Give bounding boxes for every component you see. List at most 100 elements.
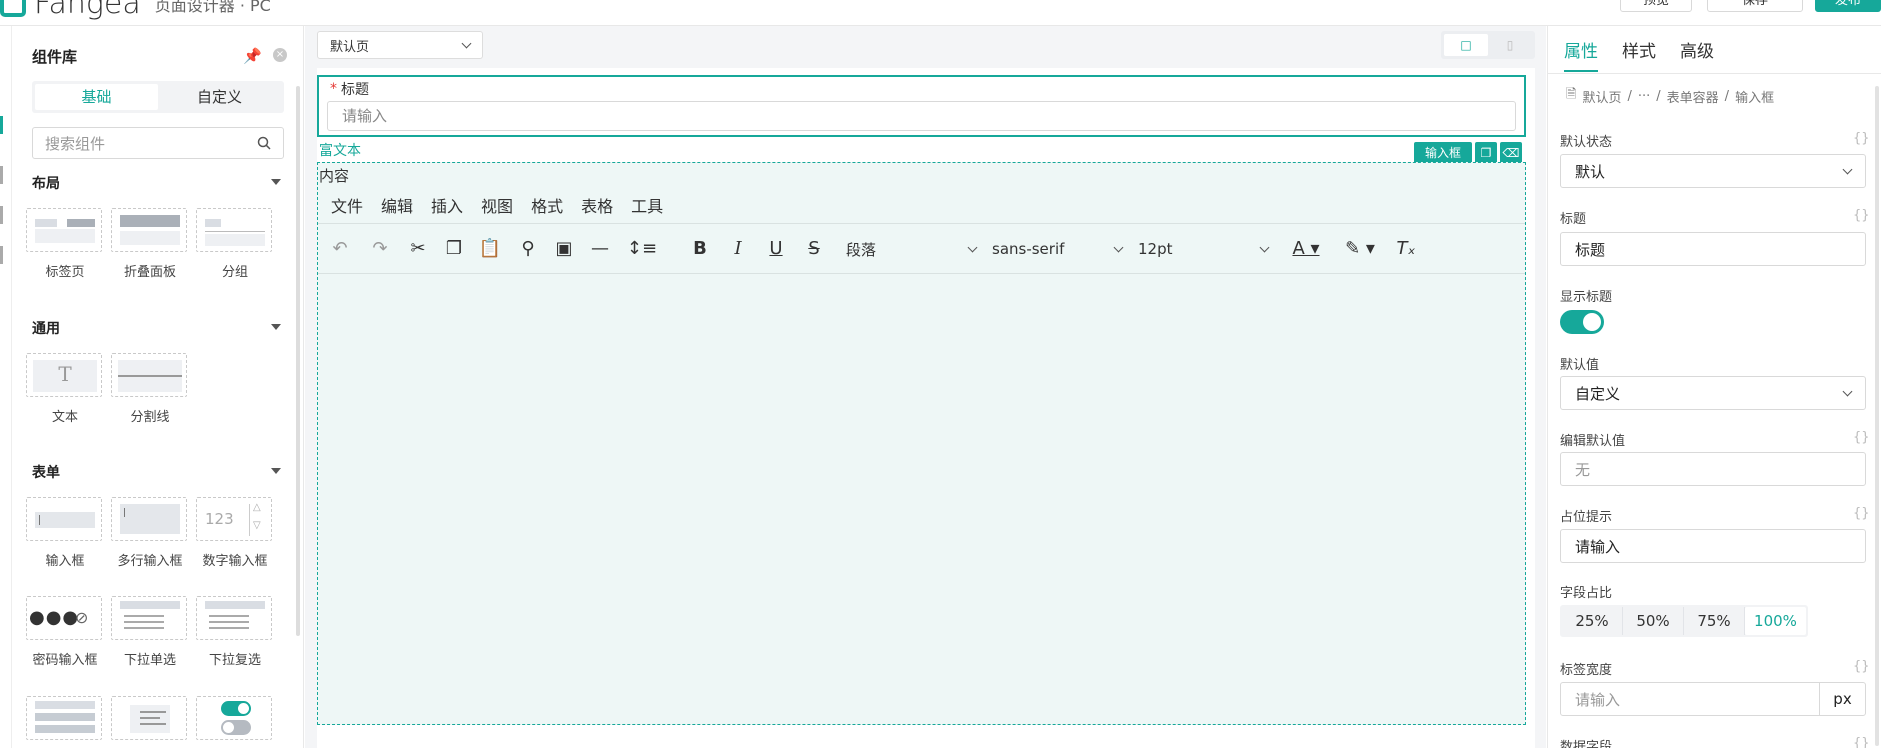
- panel-scrollbar[interactable]: [296, 86, 300, 636]
- desktop-icon[interactable]: □: [1444, 34, 1488, 56]
- component-divider[interactable]: 分割线: [111, 353, 189, 425]
- tab-basic[interactable]: 基础: [35, 84, 158, 110]
- placeholder-input[interactable]: 请输入: [1560, 529, 1866, 563]
- component-text[interactable]: T 文本: [26, 353, 104, 425]
- title-field-label: 标题: [341, 82, 369, 98]
- horizontal-line-icon[interactable]: —: [588, 237, 612, 261]
- expression-icon[interactable]: {}: [1853, 131, 1870, 146]
- tab-style[interactable]: 样式: [1622, 37, 1656, 72]
- cut-icon[interactable]: ✂: [406, 237, 430, 261]
- default-value-select[interactable]: 自定义: [1560, 376, 1866, 410]
- expression-icon[interactable]: {}: [1853, 430, 1870, 445]
- tab-custom[interactable]: 自定义: [158, 84, 281, 110]
- underline-icon[interactable]: U: [764, 237, 788, 261]
- font-family-select[interactable]: sans-serif: [992, 238, 1124, 260]
- strip-item-2[interactable]: [0, 166, 3, 184]
- component-group[interactable]: 分组: [196, 208, 274, 280]
- line-height-icon[interactable]: ↕≡: [622, 237, 662, 261]
- edit-default-input[interactable]: 无: [1560, 452, 1866, 486]
- ratio-75[interactable]: 75%: [1684, 607, 1745, 635]
- field-ratio-label: 字段占比: [1560, 586, 1613, 601]
- section-title-general: 通用: [32, 321, 60, 337]
- menu-file[interactable]: 文件: [331, 193, 363, 217]
- show-title-toggle[interactable]: [1560, 310, 1604, 334]
- component-badge[interactable]: 输入框: [1414, 142, 1472, 164]
- page-icon: 🗎: [1566, 87, 1577, 102]
- delete-icon[interactable]: ⌫: [1500, 142, 1522, 164]
- ratio-25[interactable]: 25%: [1562, 607, 1623, 635]
- properties-tabs: 属性 样式 高级: [1564, 37, 1738, 72]
- component-number-input[interactable]: 123 △ ▽ 数字输入框: [196, 497, 274, 569]
- menu-table[interactable]: 表格: [581, 193, 613, 217]
- text-color-icon[interactable]: A ▾: [1284, 237, 1328, 261]
- component-switch[interactable]: [196, 696, 274, 740]
- paste-icon[interactable]: 📋: [478, 237, 502, 261]
- component-library-panel: 组件库 📌 × 基础 自定义 搜索组件 布局 标签页 折叠面板 分组 通用 T …: [13, 26, 304, 748]
- properties-scrollbar[interactable]: [1875, 86, 1879, 746]
- ratio-50[interactable]: 50%: [1623, 607, 1684, 635]
- group-preview: [196, 208, 272, 252]
- save-button[interactable]: 保存: [1707, 0, 1803, 12]
- tab-advanced[interactable]: 高级: [1680, 37, 1714, 72]
- component-collapse[interactable]: 折叠面板: [111, 208, 189, 280]
- default-state-select[interactable]: 默认: [1560, 154, 1866, 188]
- component-more-2[interactable]: [111, 696, 189, 740]
- menu-insert[interactable]: 插入: [431, 193, 463, 217]
- highlight-icon[interactable]: ✎ ▾: [1338, 237, 1382, 261]
- strip-item-components[interactable]: [0, 116, 3, 134]
- collapse-caret-icon[interactable]: [271, 468, 281, 474]
- component-password[interactable]: ●●● ⊘ 密码输入框: [26, 596, 104, 668]
- rich-text-editor[interactable]: 内容 文件 编辑 插入 视图 格式 表格 工具 ↶ ↷ ✂ ❐ 📋 ⚲ ▣ — …: [317, 162, 1526, 725]
- undo-icon[interactable]: ↶: [328, 237, 352, 261]
- search-icon: [257, 136, 271, 150]
- search-input[interactable]: 搜索组件: [32, 127, 284, 159]
- brand: Fangea 页面设计器 · PC: [0, 0, 271, 21]
- collapse-caret-icon[interactable]: [271, 324, 281, 330]
- strip-item-3[interactable]: [0, 206, 3, 224]
- section-title-layout: 布局: [32, 176, 60, 192]
- mobile-icon[interactable]: ▯: [1488, 34, 1532, 56]
- component-textarea[interactable]: 多行输入框: [111, 497, 189, 569]
- brand-subtitle: 页面设计器 · PC: [154, 0, 271, 15]
- search-replace-icon[interactable]: ⚲: [516, 237, 540, 261]
- expression-icon[interactable]: {}: [1853, 736, 1870, 748]
- component-tabs[interactable]: 标签页: [26, 208, 104, 280]
- italic-icon[interactable]: I: [726, 237, 750, 261]
- preview-button[interactable]: 预览: [1620, 0, 1692, 12]
- expression-icon[interactable]: {}: [1853, 506, 1870, 521]
- component-input[interactable]: 输入框: [26, 497, 104, 569]
- image-icon[interactable]: ▣: [552, 237, 576, 261]
- title-input[interactable]: 标题: [1560, 232, 1866, 266]
- component-select-single[interactable]: 下拉单选: [111, 596, 189, 668]
- menu-tools[interactable]: 工具: [631, 193, 663, 217]
- label-width-label: 标签宽度: [1560, 663, 1613, 678]
- collapse-caret-icon[interactable]: [271, 179, 281, 185]
- redo-icon[interactable]: ↷: [368, 237, 392, 261]
- expression-icon[interactable]: {}: [1853, 659, 1870, 674]
- format-select[interactable]: 段落: [846, 238, 978, 260]
- menu-edit[interactable]: 编辑: [381, 193, 413, 217]
- title-input[interactable]: 请输入: [327, 101, 1516, 131]
- strip-item-4[interactable]: [0, 246, 3, 264]
- pin-icon[interactable]: 📌: [243, 47, 262, 65]
- tab-properties[interactable]: 属性: [1564, 37, 1598, 72]
- clear-format-icon[interactable]: Tₓ: [1394, 237, 1418, 261]
- title-field-selected[interactable]: * 标题 请输入: [317, 75, 1526, 137]
- bold-icon[interactable]: B: [688, 237, 712, 261]
- component-select-multi[interactable]: 下拉复选: [196, 596, 274, 668]
- font-size-select[interactable]: 12pt: [1138, 238, 1270, 260]
- strikethrough-icon[interactable]: S: [802, 237, 826, 261]
- copy-icon[interactable]: ❐: [1475, 142, 1497, 164]
- rich-text-label: 富文本: [319, 143, 361, 159]
- label-width-input[interactable]: 请输入: [1560, 682, 1820, 716]
- ratio-100[interactable]: 100%: [1745, 607, 1806, 635]
- page-select[interactable]: 默认页: [317, 31, 483, 59]
- default-state-label: 默认状态: [1560, 135, 1613, 150]
- copy-icon[interactable]: ❐: [442, 237, 466, 261]
- close-icon[interactable]: ×: [273, 48, 287, 62]
- expression-icon[interactable]: {}: [1853, 208, 1870, 223]
- menu-view[interactable]: 视图: [481, 193, 513, 217]
- menu-format[interactable]: 格式: [531, 193, 563, 217]
- component-more-1[interactable]: [26, 696, 104, 740]
- publish-button[interactable]: 发布: [1815, 0, 1881, 12]
